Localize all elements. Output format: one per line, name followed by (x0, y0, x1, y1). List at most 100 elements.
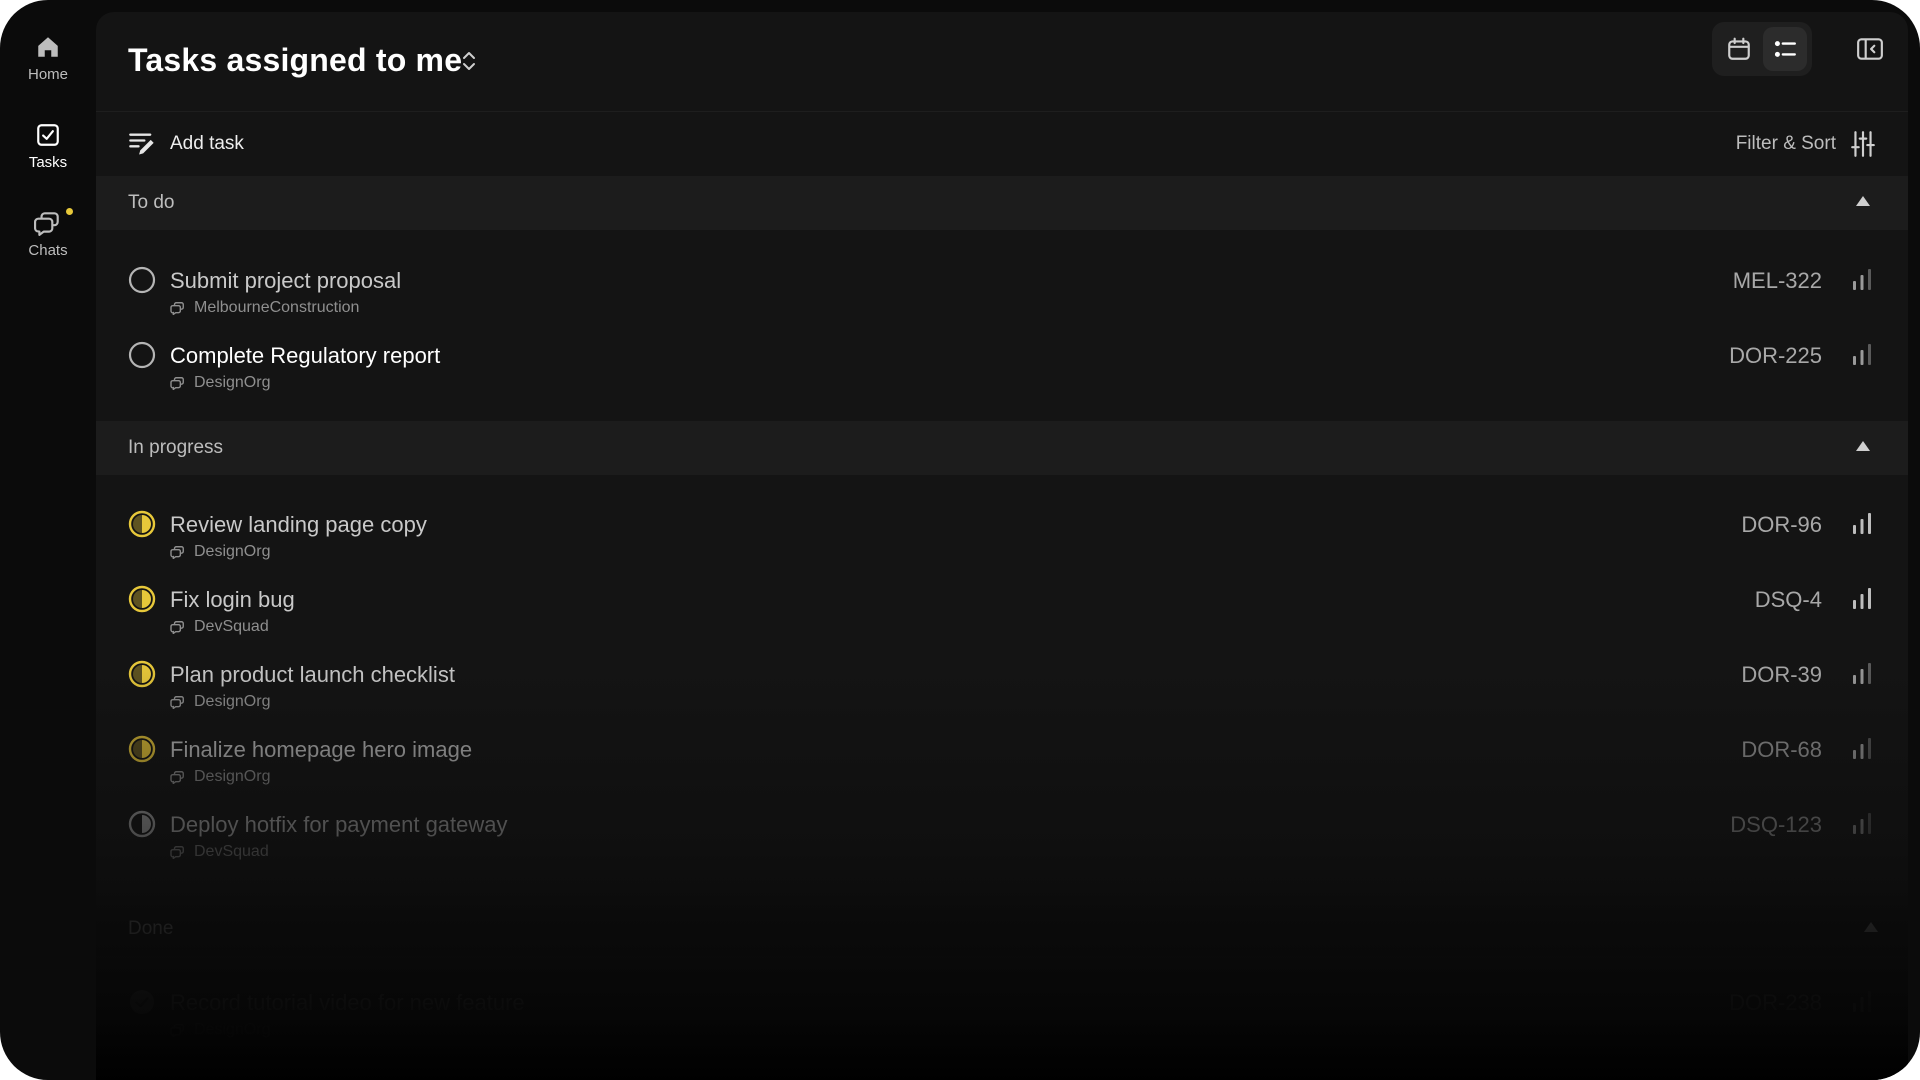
status-in-progress-icon[interactable] (128, 810, 156, 838)
status-done-icon[interactable] (128, 988, 156, 1016)
priority-bars-icon (1853, 813, 1871, 834)
org-name: DesignOrg (194, 768, 271, 785)
priority-bars-icon (1853, 344, 1871, 365)
task-row[interactable]: Complete Regulatory report DesignOrg DOR… (96, 327, 1908, 402)
org-name: DesignOrg (194, 543, 271, 560)
priority-bars-icon (1853, 269, 1871, 290)
task-org: DevSquad (170, 843, 269, 861)
unread-badge (66, 208, 73, 215)
chevron-up-down-icon[interactable] (462, 50, 476, 72)
task-title: Complete Regulatory report (170, 343, 441, 368)
nav-item-chats[interactable]: Chats (8, 194, 88, 274)
nav-item-home[interactable]: Home (8, 18, 88, 98)
task-title: Deploy hotfix for payment gateway (170, 812, 508, 837)
section-title: In progress (128, 437, 224, 458)
task-row[interactable]: Review landing page copy DesignOrg DOR-9… (96, 496, 1908, 571)
page-title[interactable]: Tasks assigned to me (128, 42, 462, 79)
task-row[interactable]: Deploy hotfix for payment gateway DevSqu… (96, 796, 1908, 871)
status-todo-icon[interactable] (128, 341, 156, 369)
task-row[interactable]: Submit project proposal MelbourneConstru… (96, 252, 1908, 327)
home-icon (38, 36, 58, 57)
toolbar: Add task Filter & Sort (96, 112, 1908, 176)
status-in-progress-icon[interactable] (128, 735, 156, 763)
tasks-panel: Tasks assigned to me Add task Filter & S… (96, 12, 1908, 1080)
org-name: DesignOrg (194, 374, 271, 391)
task-id: DSQ-4 (1754, 587, 1822, 612)
org-name: DevSquad (194, 843, 269, 860)
task-org: DesignOrg (170, 1021, 270, 1039)
section-header-todo[interactable]: To do (96, 176, 1908, 230)
list-view-button[interactable] (1763, 27, 1807, 71)
app-window: Home Tasks Chats Tasks assigned to me Ad… (0, 0, 1920, 1080)
org-name: MelbourneConstruction (194, 299, 360, 316)
task-row[interactable]: Fix login bug DevSquad DSQ-4 (96, 571, 1908, 646)
task-title: Plan product launch checklist (170, 662, 455, 687)
priority-bars-icon (1853, 663, 1871, 684)
task-title: Fix login bug (170, 587, 295, 612)
chat-bubbles-icon (170, 377, 184, 390)
calendar-view-button[interactable] (1717, 27, 1761, 71)
chat-bubbles-icon (170, 546, 184, 559)
status-in-progress-icon[interactable] (128, 660, 156, 688)
add-task-button[interactable]: Add task (128, 126, 244, 162)
sliders-icon (1851, 131, 1875, 157)
task-id: DOR-39 (1741, 662, 1822, 687)
task-id: DOR-68 (1741, 737, 1822, 762)
task-org: MelbourneConstruction (170, 299, 359, 317)
collapse-caret-icon[interactable] (1864, 922, 1878, 932)
list-icon (1774, 41, 1796, 57)
chat-bubbles-icon (170, 1024, 184, 1037)
panel-header: Tasks assigned to me (96, 12, 1908, 112)
task-row[interactable]: Record tutorial video for new feature De… (96, 974, 1908, 1049)
sidebar-toggle-button[interactable] (1848, 27, 1892, 71)
chat-bubbles-icon (170, 696, 184, 709)
add-task-icon (129, 133, 154, 155)
chat-bubbles-icon (170, 621, 184, 634)
priority-bars-icon (1853, 991, 1871, 1012)
calendar-icon (1728, 37, 1750, 60)
sidebar-panel-icon (1857, 38, 1883, 60)
collapse-caret-icon[interactable] (1856, 441, 1870, 451)
priority-bars-icon (1853, 588, 1871, 609)
filter-sort-button[interactable]: Filter & Sort (1736, 126, 1876, 162)
status-in-progress-icon[interactable] (128, 510, 156, 538)
priority-bars-icon (1853, 738, 1871, 759)
chat-bubbles-icon (34, 211, 59, 236)
task-check-icon (37, 123, 59, 146)
status-in-progress-icon[interactable] (128, 585, 156, 613)
task-id: DOR-96 (1741, 512, 1822, 537)
task-id: DOR-225 (1729, 343, 1822, 368)
priority-bars-icon (1853, 513, 1871, 534)
org-name: DesignOrg (194, 693, 271, 710)
chat-bubbles-icon (170, 771, 184, 784)
task-row[interactable]: Finalize homepage hero image DesignOrg D… (96, 721, 1908, 796)
section-header-done[interactable]: Done (96, 902, 1908, 956)
task-id: DSQ-123 (1730, 812, 1822, 837)
task-org: DesignOrg (170, 768, 270, 786)
chat-bubbles-icon (170, 846, 184, 859)
org-name: DesignOrg (194, 1021, 271, 1038)
nav-item-label: Tasks (28, 153, 68, 171)
nav-rail: Home Tasks Chats (0, 0, 96, 1080)
add-task-label: Add task (170, 133, 244, 154)
task-id: MEL-322 (1732, 268, 1822, 293)
task-org: DesignOrg (170, 543, 270, 561)
section-header-in-progress[interactable]: In progress (96, 421, 1908, 475)
org-name: DevSquad (194, 618, 269, 635)
task-row[interactable]: Plan product launch checklist DesignOrg … (96, 646, 1908, 721)
task-id: DOR-238 (1729, 990, 1822, 1015)
status-todo-icon[interactable] (128, 266, 156, 294)
task-org: DevSquad (170, 618, 269, 636)
collapse-caret-icon[interactable] (1856, 196, 1870, 206)
task-org: DesignOrg (170, 374, 270, 392)
nav-item-tasks[interactable]: Tasks (8, 106, 88, 186)
task-title: Finalize homepage hero image (170, 737, 473, 762)
task-title: Submit project proposal (170, 268, 402, 293)
view-mode-toggle (1712, 22, 1812, 76)
nav-item-label: Home (27, 65, 68, 83)
filter-sort-label: Filter & Sort (1735, 133, 1836, 154)
section-title: Done (128, 918, 174, 939)
chat-bubbles-icon (170, 302, 184, 315)
nav-item-label: Chats (28, 241, 68, 259)
task-org: DesignOrg (170, 693, 270, 711)
